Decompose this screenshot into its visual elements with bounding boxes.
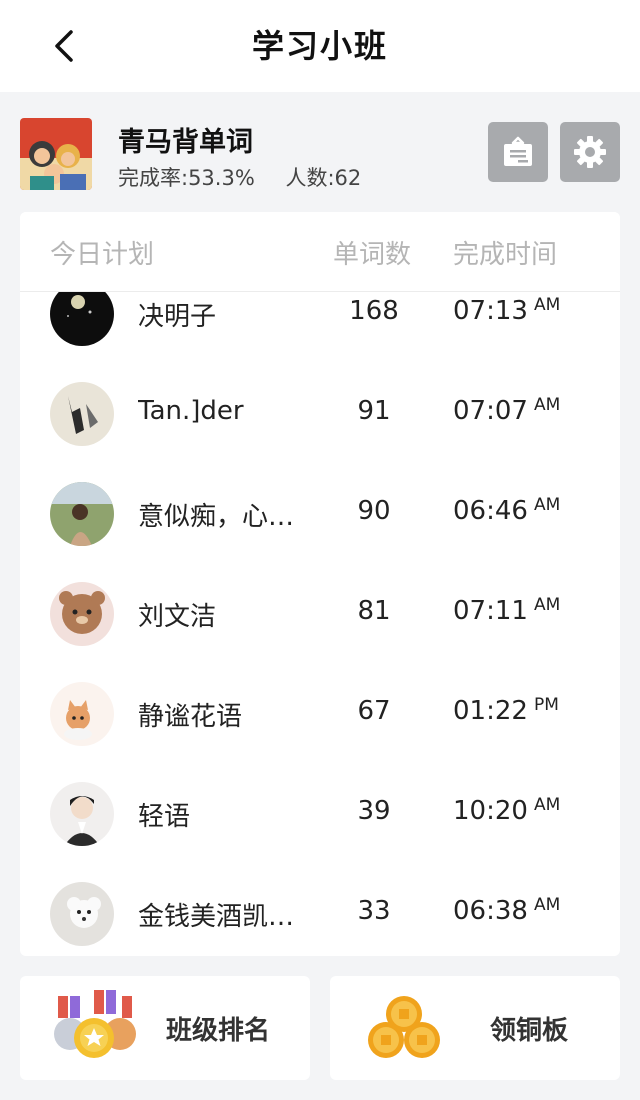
- claim-coins-button[interactable]: 领铜板: [330, 976, 620, 1080]
- header-plan: 今日计划: [50, 240, 155, 270]
- word-count: 168: [349, 296, 399, 326]
- page-title: 学习小班: [251, 27, 388, 65]
- finish-time: 10:20 AM: [453, 795, 561, 826]
- member-name: 静谧花语: [138, 702, 243, 732]
- word-count: 33: [357, 896, 391, 926]
- word-count: 91: [357, 396, 391, 426]
- group-meta: 完成率:53.3% 人数:62: [118, 162, 361, 192]
- plan-table[interactable]: 今日计划 单词数 完成时间 决明子 168 07:13AM Tan.]der 9…: [20, 212, 620, 956]
- avatar[interactable]: [50, 882, 114, 946]
- finish-time: 06:46 AM: [453, 495, 561, 526]
- group-name: 青马背单词: [118, 127, 253, 158]
- avatar[interactable]: [50, 382, 114, 446]
- word-count: 67: [357, 696, 391, 726]
- medals-icon: [54, 990, 136, 1058]
- top-bar: 学习小班: [0, 0, 640, 92]
- finish-time: 07:11 AM: [453, 595, 561, 626]
- finish-time: 07:13 AM: [453, 295, 561, 326]
- header-time: 完成时间: [453, 240, 558, 270]
- avatar[interactable]: [50, 582, 114, 646]
- avatar[interactable]: [50, 482, 114, 546]
- avatar[interactable]: [50, 782, 114, 846]
- table-row[interactable]: 意似痴，心… 90 06:46 AM: [20, 464, 620, 564]
- finish-time: 07:07 AM: [453, 395, 561, 426]
- finish-time: 01:22 PM: [453, 695, 559, 726]
- claim-coins-label: 领铜板: [490, 1016, 569, 1046]
- completion-rate: 完成率:53.3%: [118, 166, 255, 190]
- class-ranking-button[interactable]: 班级排名: [20, 976, 310, 1080]
- member-name: Tan.]der: [138, 396, 244, 426]
- group-info: 青马背单词 完成率:53.3% 人数:62: [20, 118, 620, 194]
- class-ranking-label: 班级排名: [166, 1016, 271, 1046]
- member-count: 人数:62: [285, 166, 362, 190]
- word-count: 81: [357, 596, 391, 626]
- gear-icon: [574, 136, 606, 168]
- word-count: 90: [357, 496, 391, 526]
- table-header-sticky: 今日计划 单词数 完成时间: [20, 212, 620, 292]
- member-name: 金钱美酒凯…: [138, 902, 295, 932]
- table-row[interactable]: 刘文洁 81 07:11 AM: [20, 564, 620, 664]
- member-name: 意似痴，心…: [138, 502, 295, 532]
- member-name: 刘文洁: [138, 602, 217, 632]
- group-avatar[interactable]: [20, 118, 92, 190]
- header-words: 单词数: [333, 240, 412, 270]
- word-count: 39: [357, 796, 391, 826]
- table-row[interactable]: 金钱美酒凯… 33 06:38 AM: [20, 864, 620, 956]
- coins-icon: [368, 996, 440, 1058]
- table-row[interactable]: 静谧花语 67 01:22 PM: [20, 664, 620, 764]
- table-row[interactable]: 轻语 39 10:20 AM: [20, 764, 620, 864]
- table-row[interactable]: Tan.]der 91 07:07 AM: [20, 364, 620, 464]
- avatar[interactable]: [50, 682, 114, 746]
- board-button[interactable]: [488, 122, 548, 182]
- member-name: 决明子: [138, 302, 217, 332]
- finish-time: 06:38 AM: [453, 895, 561, 926]
- settings-button[interactable]: [560, 122, 620, 182]
- board-icon: [504, 136, 532, 166]
- member-name: 轻语: [138, 802, 191, 832]
